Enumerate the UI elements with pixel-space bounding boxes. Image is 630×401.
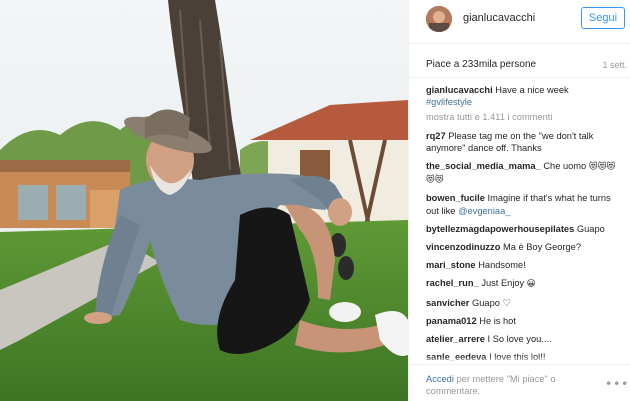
comment-item: panama012 He is hot bbox=[426, 315, 624, 327]
comment-text: Guapo bbox=[576, 223, 605, 234]
comment-text: He is hot bbox=[479, 315, 516, 326]
comment-username[interactable]: sanvicher bbox=[426, 298, 469, 308]
comment-item: rachel_run_ Just Enjoy 😀 bbox=[426, 277, 624, 290]
comment-item: the_social_media_mama_ Che uomo 😻😻😻😻😻 bbox=[426, 160, 624, 186]
comment-item: bowen_fucile Imagine if that's what he t… bbox=[426, 192, 624, 216]
login-link[interactable]: Accedi bbox=[426, 374, 454, 384]
comments-list[interactable]: gianlucavacchi Have a nice week #gvlifes… bbox=[426, 84, 624, 364]
comment-text: Just Enjoy bbox=[481, 278, 525, 289]
post-timestamp[interactable]: 1 sett. bbox=[602, 60, 627, 70]
header-username[interactable]: gianlucavacchi bbox=[463, 12, 535, 24]
avatar[interactable] bbox=[426, 6, 452, 32]
caption-username[interactable]: gianlucavacchi bbox=[426, 85, 493, 95]
comment-username[interactable]: rq27 bbox=[426, 131, 446, 141]
comment-item: atelier_arrere I So love you.... bbox=[426, 333, 624, 345]
comment-text: Che uomo bbox=[543, 161, 587, 172]
comment-username[interactable]: vincenzodinuzzo bbox=[426, 242, 500, 252]
comment-username[interactable]: bytellezmagdapowerhousepilates bbox=[426, 224, 574, 234]
post-photo[interactable] bbox=[0, 0, 408, 401]
comment-item: vincenzodinuzzo Ma è Boy George? bbox=[426, 241, 624, 253]
more-options-icon[interactable]: ••• bbox=[605, 377, 629, 391]
comment-username[interactable]: atelier_arrere bbox=[426, 334, 485, 344]
caption-text: Have a nice week bbox=[495, 85, 569, 95]
load-more-comments[interactable]: mostra tutti e 1.411 i commenti bbox=[426, 111, 624, 123]
comment-mention[interactable]: @evgeniaa_ bbox=[458, 206, 510, 216]
comment-text: Ma è Boy George? bbox=[502, 242, 582, 253]
post-sidebar: gianlucavacchi Segui Piace a 233mila per… bbox=[408, 0, 630, 401]
comment-text: Please tag me on the "we don't talk anym… bbox=[426, 130, 594, 153]
post-header: gianlucavacchi Segui bbox=[409, 0, 630, 44]
avatar-image bbox=[426, 6, 452, 32]
comment-item: rq27 Please tag me on the "we don't talk… bbox=[426, 130, 624, 154]
comments-fade bbox=[426, 356, 624, 364]
comment-item: bytellezmagdapowerhousepilates Guapo bbox=[426, 223, 624, 235]
comment-username[interactable]: the_social_media_mama_ bbox=[426, 161, 541, 171]
login-prompt: Accedi per mettere "Mi piace" o commenta… bbox=[426, 373, 596, 397]
likes-row: Piace a 233mila persone 1 sett. bbox=[409, 52, 630, 78]
likes-count[interactable]: Piace a 233mila persone bbox=[426, 59, 536, 70]
post-footer: Accedi per mettere "Mi piace" o commenta… bbox=[409, 364, 630, 401]
comment-item: sanvicher Guapo ♡ bbox=[426, 297, 624, 309]
comment-item: mari_stone Handsome! bbox=[426, 259, 624, 271]
follow-button[interactable]: Segui bbox=[581, 7, 625, 29]
post-photo-illustration bbox=[0, 0, 408, 401]
comment-username[interactable]: panama012 bbox=[426, 316, 477, 326]
comment-text: Guapo ♡ bbox=[472, 297, 511, 308]
comment-username[interactable]: rachel_run_ bbox=[426, 278, 479, 288]
caption-hashtag[interactable]: #gvlifestyle bbox=[426, 97, 472, 107]
comment-text: Handsome! bbox=[478, 260, 526, 271]
caption: gianlucavacchi Have a nice week #gvlifes… bbox=[426, 84, 624, 108]
comment-username[interactable]: bowen_fucile bbox=[426, 193, 485, 203]
comment-text: I So love you.... bbox=[487, 334, 552, 345]
grin-emoji-icon: 😀 bbox=[526, 279, 536, 290]
comment-username[interactable]: mari_stone bbox=[426, 260, 476, 270]
